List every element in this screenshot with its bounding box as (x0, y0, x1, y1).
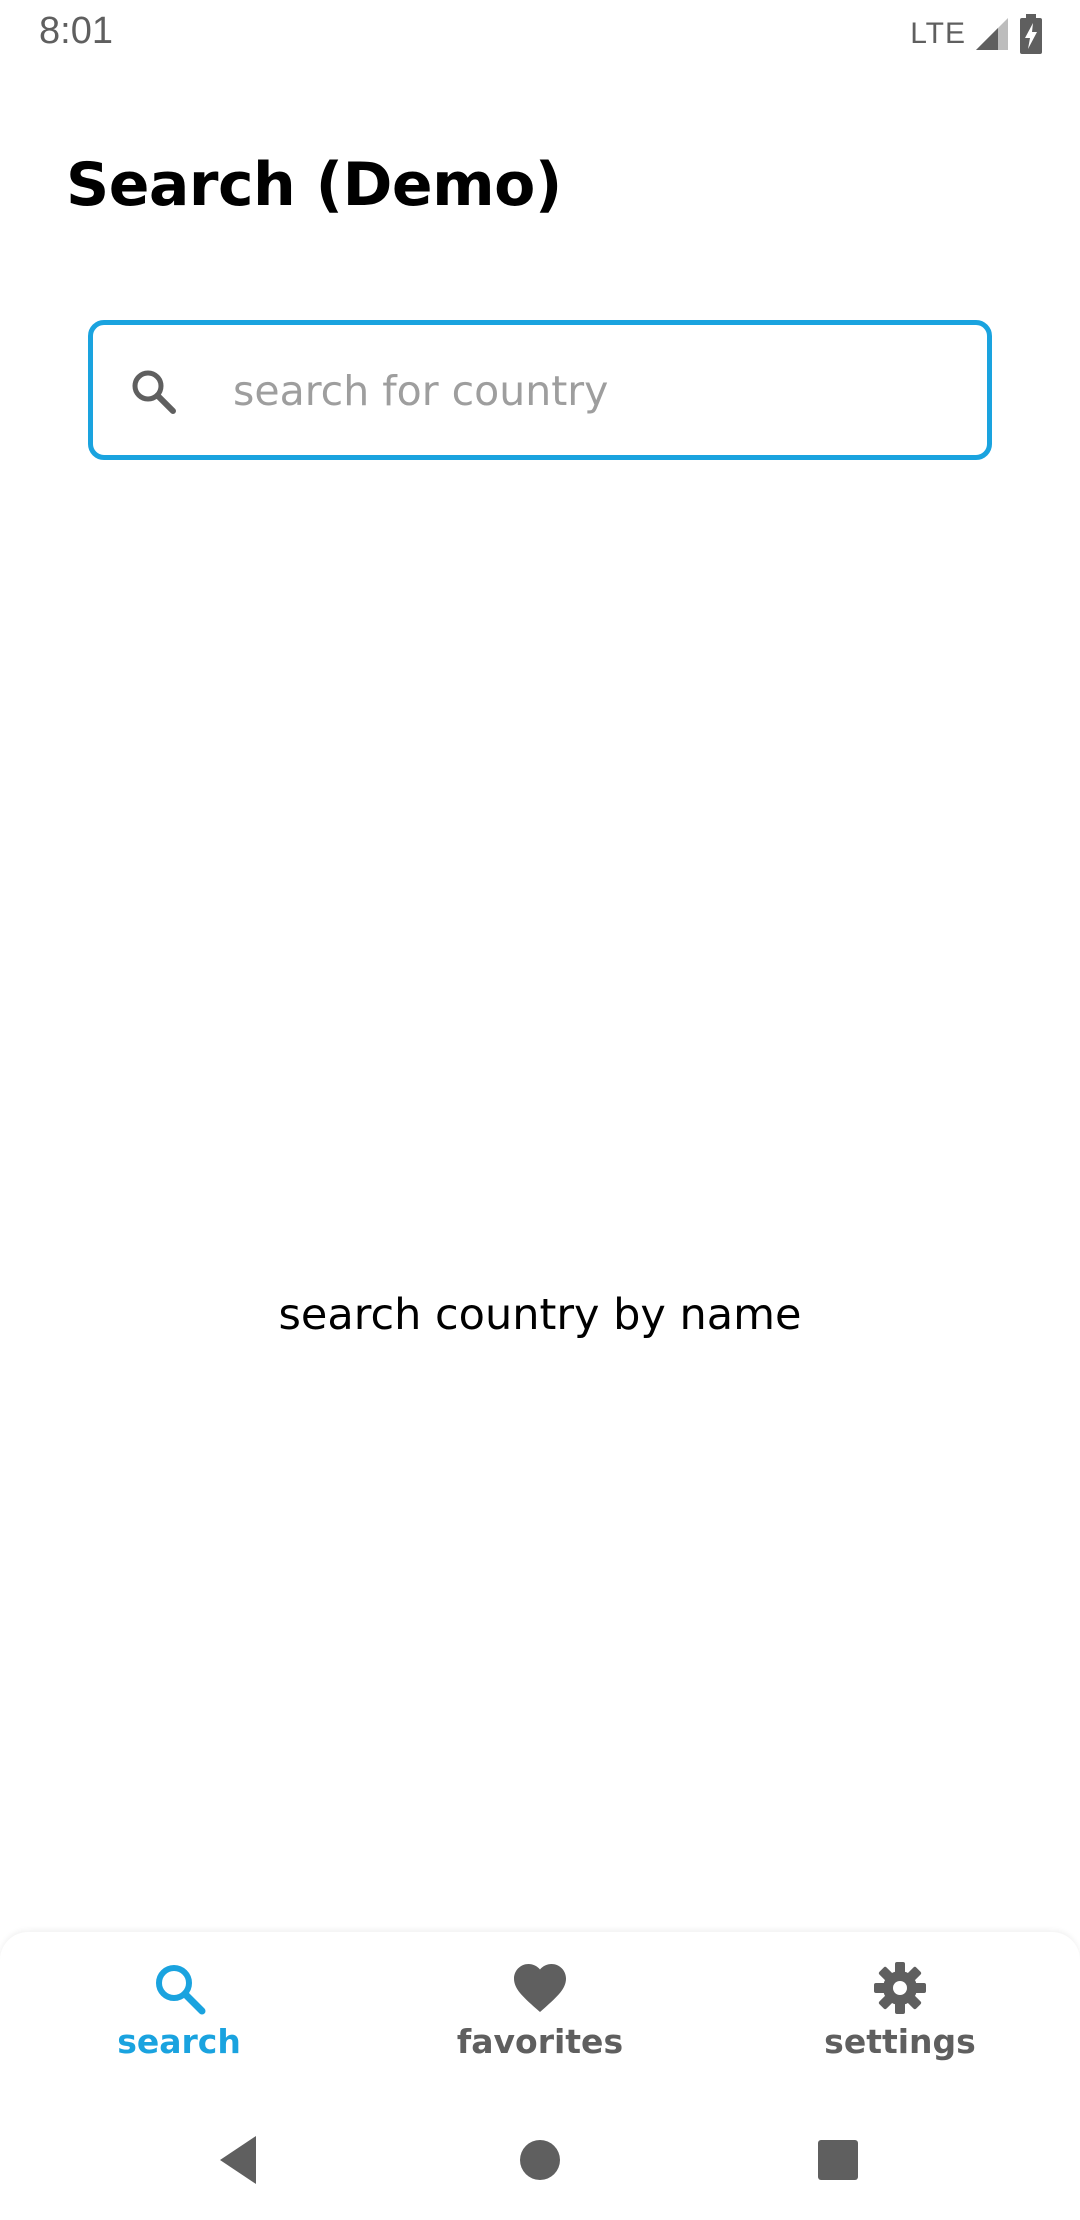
network-type: LTE (910, 17, 966, 50)
bottom-navigation: search favorites settings (0, 1932, 1080, 2102)
nav-label-settings: settings (824, 2022, 976, 2061)
signal-icon (976, 18, 1008, 50)
heart-icon (514, 1964, 566, 2012)
status-bar: 8:01 LTE (0, 0, 1080, 68)
battery-charging-icon (1020, 14, 1042, 54)
back-icon[interactable] (210, 2130, 270, 2190)
search-icon (156, 1965, 206, 2015)
nav-label-search: search (117, 2022, 241, 2061)
system-navigation-bar (0, 2102, 1080, 2220)
nav-label-favorites: favorites (456, 2022, 624, 2061)
nav-item-settings[interactable]: settings (780, 1960, 1020, 2080)
search-field[interactable] (88, 320, 992, 460)
page-title: Search (Demo) (66, 150, 562, 220)
gear-icon (874, 1962, 926, 2014)
recents-icon[interactable] (808, 2130, 868, 2190)
home-icon[interactable] (510, 2130, 570, 2190)
empty-state-message: search country by name (278, 1290, 802, 1340)
nav-item-favorites[interactable]: favorites (420, 1960, 660, 2080)
status-time: 8:01 (39, 10, 113, 52)
status-indicators: LTE (910, 14, 1044, 54)
search-icon (132, 370, 176, 414)
nav-item-search[interactable]: search (59, 1960, 299, 2080)
app-screen: 8:01 LTE Search (Demo) search country by… (0, 0, 1080, 2220)
search-input[interactable] (233, 355, 953, 427)
